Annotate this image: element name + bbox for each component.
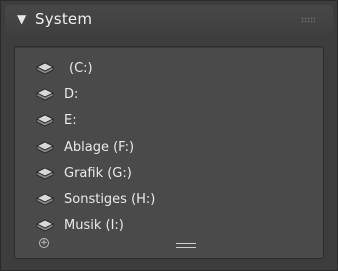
- drive-label: E:: [64, 113, 77, 129]
- panel-title: System: [35, 10, 93, 28]
- drive-label: Musik (I:): [64, 218, 124, 234]
- plus-circle-icon[interactable]: +: [39, 238, 49, 248]
- resize-handle-icon[interactable]: [176, 243, 196, 248]
- drive-icon: [36, 88, 54, 101]
- drive-icon: [36, 114, 54, 127]
- drive-label: (C:): [69, 61, 93, 76]
- drive-label: D:: [64, 87, 79, 103]
- list-item[interactable]: Musik (I:): [15, 213, 323, 239]
- drive-label: Ablage (F:): [64, 139, 135, 155]
- panel-header[interactable]: ▼ System: [5, 5, 333, 33]
- drive-list: (C:) D: E: Ablage (F:) Grafik (G:) Sonst…: [14, 46, 324, 259]
- drive-label: Grafik (G:): [64, 165, 132, 181]
- system-panel: ▼ System (C:) D: E: Ablage (F:) Grafik (…: [0, 0, 338, 271]
- list-item[interactable]: E:: [15, 108, 323, 134]
- triangle-down-icon[interactable]: ▼: [17, 12, 29, 26]
- drive-icon: [36, 141, 54, 154]
- drag-grip-icon[interactable]: [301, 17, 315, 23]
- drive-icon: [36, 219, 54, 232]
- drive-icon: [36, 167, 54, 180]
- list-item[interactable]: (C:): [15, 56, 323, 82]
- list-item[interactable]: D:: [15, 82, 323, 108]
- drive-label: Sonstiges (H:): [64, 191, 156, 207]
- drive-icon: [36, 193, 54, 206]
- list-item[interactable]: Grafik (G:): [15, 161, 323, 187]
- list-item[interactable]: Ablage (F:): [15, 135, 323, 161]
- drive-icon: [36, 62, 54, 75]
- list-item[interactable]: Sonstiges (H:): [15, 187, 323, 213]
